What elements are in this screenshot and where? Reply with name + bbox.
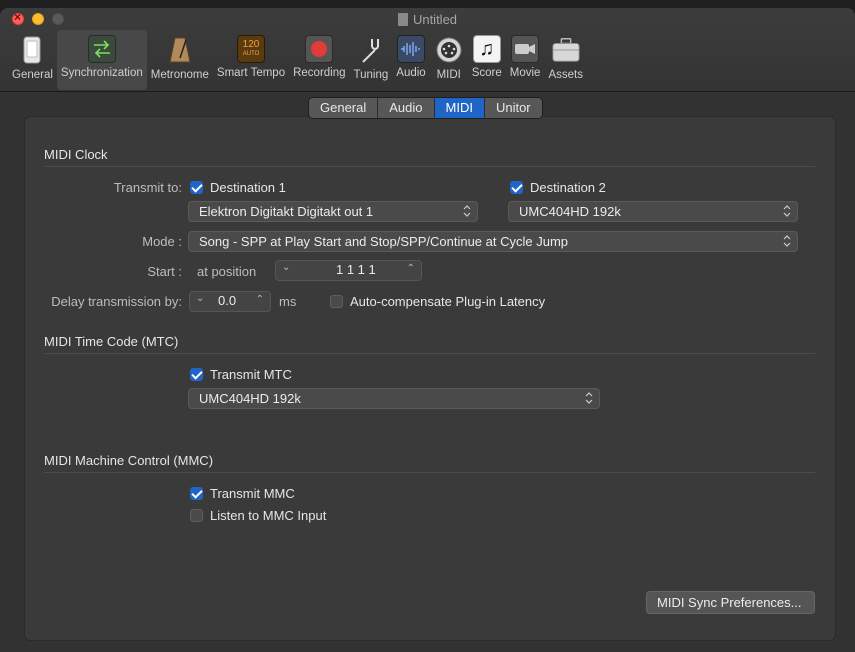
midi-port-icon [434, 35, 464, 65]
smart-tempo-icon: 120 AUTO [237, 35, 266, 63]
toolbar-general[interactable]: General [8, 30, 57, 90]
transmit-mtc-checkbox[interactable] [190, 368, 203, 381]
tab-unitor[interactable]: Unitor [484, 98, 542, 118]
mtc-device-select[interactable]: UMC404HD 192k [188, 388, 600, 409]
chevron-up-icon[interactable]: ⌃ [256, 294, 264, 305]
metronome-icon [165, 35, 195, 65]
record-icon [305, 35, 334, 63]
toolbar-movie[interactable]: Movie [506, 30, 545, 90]
music-note-icon: ♫ [472, 35, 501, 63]
transmit-to-label: Transmit to: [113, 180, 182, 195]
section-title-mtc: MIDI Time Code (MTC) [44, 334, 179, 349]
delay-unit: ms [279, 294, 297, 309]
preferences-tabs: General Audio MIDI Unitor [308, 97, 543, 119]
chevron-updown-icon [783, 205, 791, 217]
waveform-icon [396, 35, 425, 63]
camera-icon [511, 35, 540, 63]
listen-mmc-checkbox[interactable] [190, 509, 203, 522]
briefcase-icon [551, 35, 581, 65]
transmit-mmc-checkbox-row[interactable]: Transmit MMC [190, 486, 295, 501]
destination-1-checkbox-row[interactable]: Destination 1 [190, 180, 286, 195]
toolbar-assets[interactable]: Assets [544, 30, 587, 90]
toolbar-recording[interactable]: Recording [289, 30, 349, 90]
chevron-down-icon[interactable]: ⌄ [282, 262, 290, 273]
phone-icon [17, 35, 47, 65]
document-icon [397, 13, 408, 26]
midi-sync-preferences-button[interactable]: MIDI Sync Preferences... [646, 591, 815, 614]
tuning-fork-icon [356, 35, 386, 65]
section-divider [44, 472, 815, 473]
section-title-midi-clock: MIDI Clock [44, 147, 108, 162]
mode-select[interactable]: Song - SPP at Play Start and Stop/SPP/Co… [188, 231, 798, 252]
section-divider [44, 166, 815, 167]
start-prefix: at position [197, 264, 257, 279]
toolbar-synchronization[interactable]: Synchronization [56, 30, 147, 90]
start-label: Start : [147, 264, 182, 279]
auto-compensate-checkbox-row[interactable]: Auto-compensate Plug-in Latency [330, 294, 545, 309]
destination-2-checkbox[interactable] [510, 181, 523, 194]
chevron-updown-icon [463, 205, 471, 217]
toolbar-metronome[interactable]: Metronome [147, 30, 213, 90]
tab-audio[interactable]: Audio [378, 98, 435, 118]
transmit-mtc-checkbox-row[interactable]: Transmit MTC [190, 367, 292, 382]
destination-1-checkbox[interactable] [190, 181, 203, 194]
chevron-updown-icon [585, 392, 593, 404]
destination-2-device-select[interactable]: UMC404HD 192k [508, 201, 798, 222]
sync-arrows-icon [87, 35, 116, 63]
toolbar-tuning[interactable]: Tuning [350, 30, 393, 90]
window-title: Untitled [0, 12, 855, 27]
preferences-toolbar: General Synchronization Metronome 120 AU… [8, 30, 587, 90]
auto-compensate-checkbox[interactable] [330, 295, 343, 308]
destination-1-device-select[interactable]: Elektron Digitakt Digitakt out 1 [188, 201, 478, 222]
listen-mmc-checkbox-row[interactable]: Listen to MMC Input [190, 508, 326, 523]
tab-general[interactable]: General [309, 98, 379, 118]
chevron-updown-icon [783, 235, 791, 247]
section-divider [44, 353, 815, 354]
mode-label: Mode : [142, 234, 182, 249]
destination-2-checkbox-row[interactable]: Destination 2 [510, 180, 606, 195]
titlebar: Untitled General Synchronization [0, 8, 855, 92]
toolbar-score[interactable]: ♫ Score [468, 30, 506, 90]
chevron-down-icon[interactable]: ⌄ [196, 293, 204, 304]
delay-stepper[interactable]: ⌄ 0.0 ⌃ [189, 291, 271, 312]
toolbar-smart-tempo[interactable]: 120 AUTO Smart Tempo [213, 30, 289, 90]
tab-midi[interactable]: MIDI [434, 98, 485, 118]
toolbar-midi[interactable]: MIDI [430, 30, 468, 90]
section-title-mmc: MIDI Machine Control (MMC) [44, 453, 214, 468]
chevron-up-icon[interactable]: ⌃ [407, 263, 415, 274]
toolbar-audio[interactable]: Audio [392, 30, 429, 90]
transmit-mmc-checkbox[interactable] [190, 487, 203, 500]
start-position-stepper[interactable]: ⌄ 1 1 1 1 ⌃ [275, 260, 422, 281]
delay-label: Delay transmission by: [51, 294, 182, 309]
